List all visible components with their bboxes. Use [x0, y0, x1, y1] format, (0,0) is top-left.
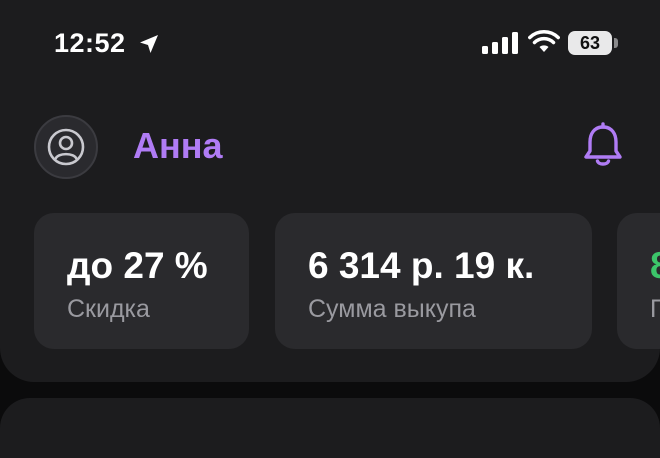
purchase-sum-value: 6 314 р. 19 к. — [308, 245, 535, 286]
discount-card[interactable]: до 27 % Скидка — [34, 213, 249, 349]
signal-icon — [482, 32, 518, 54]
third-stat-value: 8 — [650, 245, 660, 287]
purchase-sum-label: Сумма выкупа — [308, 295, 476, 323]
user-name[interactable]: Анна — [133, 125, 223, 167]
discount-label: Скидка — [67, 295, 150, 323]
bell-icon[interactable] — [580, 122, 626, 170]
next-section-card — [0, 398, 660, 458]
third-stat-label: П — [650, 295, 660, 323]
discount-value: до 27 % — [67, 245, 208, 286]
purchase-sum-card[interactable]: 6 314 р. 19 к. Сумма выкупа — [275, 213, 592, 349]
battery-icon: 63 — [568, 31, 612, 55]
third-stat-card[interactable]: 8 П — [617, 213, 660, 349]
wifi-icon — [528, 30, 560, 52]
location-arrow-icon — [140, 35, 158, 53]
user-avatar-icon — [47, 128, 85, 166]
avatar[interactable] — [34, 115, 98, 179]
battery-level: 63 — [579, 33, 601, 53]
status-bar: 12:52 63 — [0, 0, 660, 88]
status-time: 12:52 — [54, 28, 126, 58]
battery-nub — [614, 38, 618, 48]
top-panel: 12:52 63 Анна до 27 % Скидка 6 314 р. 19… — [0, 0, 660, 382]
